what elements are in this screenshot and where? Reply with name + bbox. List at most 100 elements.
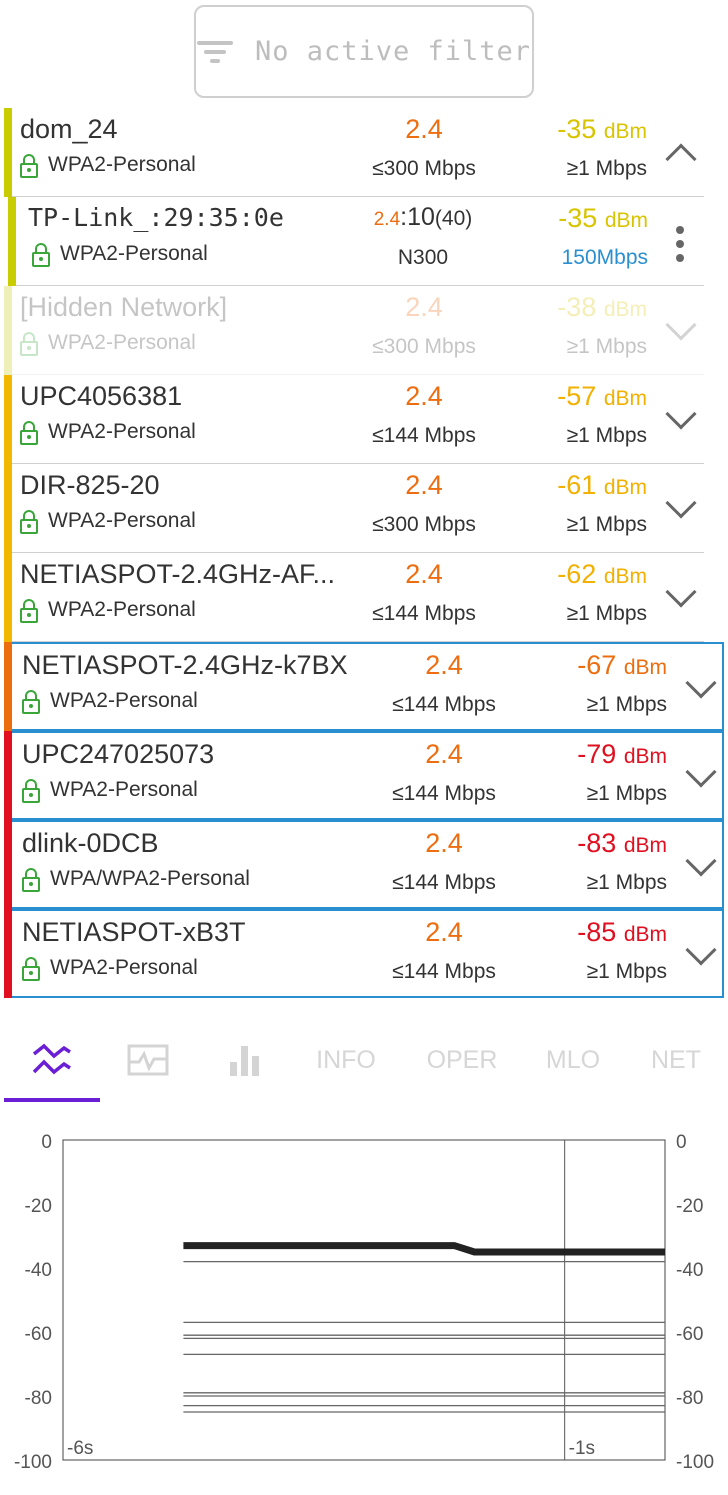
more-options-icon[interactable] (676, 226, 684, 262)
security-type: WPA2-Personal (60, 242, 208, 265)
security-type: WPA2-Personal (50, 956, 198, 979)
chevron-down-icon[interactable] (685, 934, 717, 966)
network-row[interactable]: UPC247025073 WPA2-Personal 2.4 ≤144 Mbps … (4, 731, 724, 820)
network-ssid: UPC247025073 (22, 739, 215, 769)
tab-signal-graph[interactable] (4, 1015, 100, 1105)
security-type: WPA2-Personal (48, 420, 196, 443)
tab-info[interactable]: INFO (300, 1015, 392, 1105)
filter-label: No active filter (254, 36, 532, 67)
signal-unit: dBm (623, 656, 667, 679)
chevron-down-icon[interactable] (665, 487, 697, 519)
security-type: WPA2-Personal (50, 778, 198, 801)
network-row[interactable]: NETIASPOT-2.4GHz-AF... WPA2-Personal 2.4… (4, 553, 704, 642)
tab-oper[interactable]: OPER (414, 1015, 510, 1105)
max-rate: ≤144 Mbps (392, 693, 496, 716)
y-tick-label-right: -80 (676, 1388, 703, 1409)
network-ssid: NETIASPOT-xB3T (22, 917, 246, 947)
network-row[interactable]: [Hidden Network] WPA2-Personal 2.4 ≤300 M… (4, 286, 704, 375)
signal-unit: dBm (604, 209, 648, 232)
signal-unit: dBm (623, 834, 667, 857)
chevron-down-icon[interactable] (685, 756, 717, 788)
wifi-standard: N300 (397, 246, 449, 269)
signal-value: -57 (557, 381, 597, 411)
network-row[interactable]: dom_24 WPA2-Personal 2.4 ≤300 Mbps -35 dB… (4, 108, 704, 197)
tab-mlo[interactable]: MLO (528, 1015, 618, 1105)
filter-button[interactable]: No active filter (194, 5, 534, 98)
lock-icon (22, 868, 40, 892)
min-rate: ≥1 Mbps (566, 335, 647, 358)
signal-strength: -38 dBm (477, 292, 647, 323)
signal-value: -67 (577, 650, 617, 680)
network-ssid: TP-Link_:29:35:0e (28, 203, 284, 232)
signal-level-bar (4, 909, 12, 998)
min-rate: ≥1 Mbps (566, 157, 647, 180)
min-rate: ≥1 Mbps (586, 960, 667, 983)
network-row[interactable]: dlink-0DCB WPA/WPA2-Personal 2.4 ≤144 Mbp… (4, 820, 724, 909)
signal-strength: -35 dBm (477, 114, 647, 145)
network-ssid: NETIASPOT-2.4GHz-AF... (20, 559, 336, 589)
network-row[interactable]: NETIASPOT-2.4GHz-k7BX WPA2-Personal 2.4 ≤… (4, 642, 724, 731)
max-rate: ≤300 Mbps (372, 513, 476, 536)
band-value: 2.4 (425, 650, 463, 680)
network-row[interactable]: DIR-825-20 WPA2-Personal 2.4 ≤300 Mbps -6… (4, 464, 704, 553)
signal-value: -85 (577, 917, 617, 947)
signal-unit: dBm (603, 120, 647, 143)
network-ssid: UPC4056381 (20, 381, 183, 411)
security-info: WPA2-Personal (22, 778, 198, 803)
network-ssid: NETIASPOT-2.4GHz-k7BX (22, 650, 348, 680)
chevron-down-icon[interactable] (685, 667, 717, 699)
tab-signal-monitor[interactable] (100, 1015, 196, 1105)
chevron-up-icon[interactable] (665, 143, 697, 175)
signal-unit: dBm (603, 476, 647, 499)
chevron-down-icon[interactable] (665, 576, 697, 608)
signal-value: -35 (557, 114, 597, 144)
network-ssid: dom_24 (20, 114, 118, 144)
lock-icon (22, 690, 40, 714)
signal-strength: -62 dBm (477, 559, 647, 590)
signal-unit: dBm (623, 745, 667, 768)
network-row[interactable]: NETIASPOT-xB3T WPA2-Personal 2.4 ≤144 Mbp… (4, 909, 724, 998)
signal-value: -79 (577, 739, 617, 769)
tab-net[interactable]: NET (636, 1015, 716, 1105)
max-rate: ≤300 Mbps (372, 157, 476, 180)
signal-value: -38 (557, 292, 597, 322)
band-value: 2.4 (425, 917, 463, 947)
signal-strength: -79 dBm (497, 739, 667, 770)
channel-number: :10 (400, 203, 435, 231)
security-type: WPA2-Personal (48, 153, 196, 176)
bar-chart-icon (230, 1046, 259, 1076)
x-tick-label: -1s (569, 1438, 595, 1459)
network-row[interactable]: UPC4056381 WPA2-Personal 2.4 ≤144 Mbps -5… (4, 375, 704, 464)
channel-info: 2.4:10(40) (358, 203, 488, 232)
security-info: WPA2-Personal (20, 331, 196, 356)
security-info: WPA2-Personal (32, 242, 208, 267)
tab-mlo-label: MLO (545, 1045, 601, 1074)
signal-value: -35 (558, 203, 598, 233)
max-rate: ≤300 Mbps (372, 335, 476, 358)
signal-strength: -67 dBm (497, 650, 667, 681)
band-value: 2.4 (405, 470, 443, 500)
tab-bar-chart[interactable] (196, 1015, 292, 1105)
band-value: 2.4 (425, 739, 463, 769)
max-rate: ≤144 Mbps (372, 424, 476, 447)
lock-icon (20, 510, 38, 534)
band-value: 2.4 (405, 292, 443, 322)
y-tick-label-right: -60 (676, 1324, 703, 1345)
band-value: 2.4 (425, 828, 463, 858)
signal-value: -61 (557, 470, 597, 500)
min-rate: ≥1 Mbps (566, 424, 647, 447)
chevron-down-icon[interactable] (685, 845, 717, 877)
security-type: WPA2-Personal (48, 331, 196, 354)
signal-monitor-icon (127, 1044, 169, 1076)
chevron-down-icon[interactable] (665, 398, 697, 430)
band-value: 2.4 (405, 381, 443, 411)
min-rate: ≥1 Mbps (566, 602, 647, 625)
security-info: WPA2-Personal (20, 509, 196, 534)
y-tick-label-left: -40 (25, 1260, 52, 1281)
chevron-down-icon[interactable] (665, 309, 697, 341)
y-tick-label-left: -100 (14, 1452, 52, 1473)
network-row[interactable]: TP-Link_:29:35:0e WPA2-Personal 2.4:10(4… (8, 197, 704, 286)
signal-strength: -57 dBm (477, 381, 647, 412)
network-ssid: dlink-0DCB (22, 828, 159, 858)
security-info: WPA2-Personal (20, 420, 196, 445)
